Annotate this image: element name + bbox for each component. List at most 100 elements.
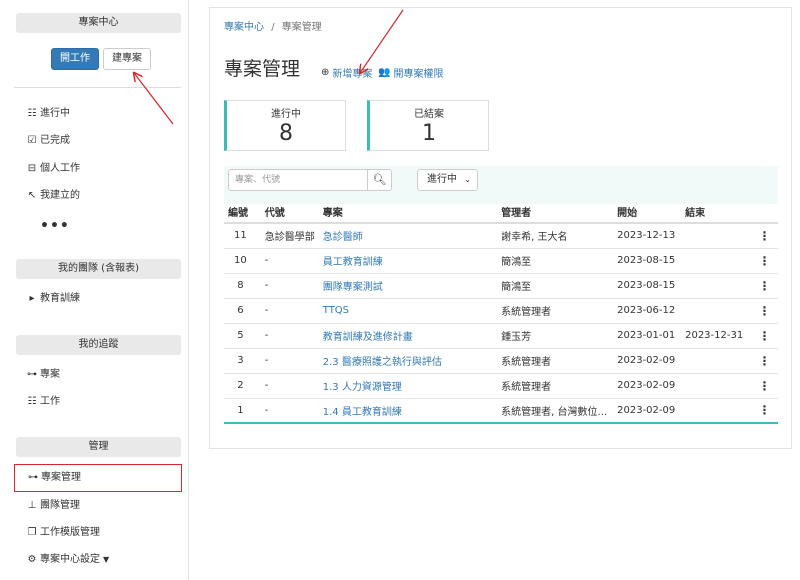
filter-toolbar: 專案、代號 🔍︎ 進行中 ⌄ [224, 166, 778, 204]
table-row[interactable]: 5 - 教育訓練及進修計畫 鍾玉芳 2023-01-01 2023-12-31 ⋮ [224, 323, 778, 349]
search-input[interactable]: 專案、代號 [228, 169, 368, 191]
cell-start: 2023-02-09 [613, 348, 682, 374]
stat-closed[interactable]: 已結案 1 [367, 100, 489, 151]
breadcrumb-root-link[interactable]: 專案中心 [224, 22, 264, 33]
column-header[interactable]: 管理者 [497, 201, 614, 224]
sidebar-item-label: 進行中 [40, 108, 70, 119]
chevron-down-icon: ⌄ [464, 175, 471, 184]
cell-code-text: 急診醫學部 [264, 232, 315, 244]
sidebar-item-label: 個人工作 [40, 163, 80, 174]
cell-project[interactable]: 團隊專案測試 [318, 273, 498, 299]
row-menu-icon[interactable]: ⋮ [751, 398, 778, 424]
project-link[interactable]: 1.3 人力資源管理 [323, 382, 402, 393]
row-menu-icon[interactable]: ⋮ [751, 373, 778, 399]
table-row[interactable]: 3 - 2.3 醫療照護之執行與評估 系統管理者 2023-02-09 ⋮ [224, 348, 778, 374]
sidebar-item-team-management[interactable]: ⊥ 團隊管理 [26, 497, 80, 515]
cell-project[interactable]: 員工教育訓練 [318, 248, 498, 274]
column-header[interactable]: 結束 [681, 201, 752, 224]
stat-in-progress[interactable]: 進行中 8 [224, 100, 346, 151]
my-tracking-heading: 我的追蹤 [16, 335, 181, 355]
more-icon[interactable]: ••• [40, 218, 70, 234]
gear-icon: ⚙ [27, 554, 37, 565]
cell-start: 2023-06-12 [613, 298, 682, 324]
column-header[interactable]: 代號 [260, 201, 319, 224]
sidebar-item-settings[interactable]: ⚙ 專案中心設定 ▼ [26, 551, 110, 569]
table-row[interactable]: 8 - 團隊專案測試 簡鴻至 2023-08-15 ⋮ [224, 273, 778, 299]
cell-start-text: 2023-02-09 [617, 380, 676, 391]
caret-right-icon: ▸ [29, 293, 35, 304]
cell-end [681, 398, 752, 424]
row-menu-icon[interactable]: ⋮ [751, 273, 778, 299]
cell-id-text: 3 [237, 355, 244, 366]
cell-manager: 簡鴻至 [497, 248, 614, 274]
row-menu-icon[interactable]: ⋮ [751, 248, 778, 274]
my-teams-heading: 我的團隊 (含報表) [16, 259, 181, 279]
permissions-label: 開專案權限 [393, 69, 444, 80]
cell-id: 1 [224, 398, 261, 424]
table-row[interactable]: 2 - 1.3 人力資源管理 系統管理者 2023-02-09 ⋮ [224, 373, 778, 399]
cell-id-text: 8 [237, 280, 244, 291]
project-link[interactable]: 急診醫師 [323, 232, 363, 243]
add-project-link[interactable]: ⊕ 新增專案 [321, 65, 372, 80]
sidebar-item-template-management[interactable]: ❐ 工作模版管理 [26, 524, 100, 542]
sidebar-divider [14, 87, 181, 88]
row-menu-icon[interactable]: ⋮ [751, 223, 778, 249]
project-link[interactable]: TTQS [323, 305, 349, 316]
breadcrumb-separator: / [271, 22, 275, 33]
cell-start: 2023-12-13 [613, 223, 682, 249]
cell-project[interactable]: 1.3 人力資源管理 [318, 373, 498, 399]
create-project-button[interactable]: 建專案 [103, 48, 151, 70]
cell-project[interactable]: 1.4 員工教育訓練 [318, 398, 498, 424]
column-header[interactable]: 專案 [318, 201, 498, 224]
cell-project[interactable]: TTQS [318, 298, 498, 324]
cell-code-text: - [264, 404, 269, 416]
cell-code-text: - [264, 355, 269, 366]
cell-manager-text: 系統管理者 [501, 357, 552, 368]
main-panel: 專案中心 / 專案管理 專案管理 ⊕ 新增專案 👥 開專案權限 進行中 8 已結… [209, 7, 792, 449]
project-link[interactable]: 團隊專案測試 [323, 282, 383, 293]
sidebar-item-label: 專案 [40, 369, 60, 380]
cell-start-text: 2023-01-01 [617, 330, 676, 341]
project-link[interactable]: 2.3 醫療照護之執行與評估 [323, 357, 442, 368]
status-filter-value: 進行中 [427, 174, 457, 185]
sidebar-item-completed[interactable]: ☑ 已完成 [26, 132, 70, 150]
permissions-link[interactable]: 👥 開專案權限 [378, 65, 443, 80]
sidebar-item-tracking-work[interactable]: ☷ 工作 [26, 393, 60, 411]
plus-circle-icon: ⊕ [321, 67, 330, 78]
cell-manager: 系統管理者 [497, 298, 614, 324]
cell-project[interactable]: 急診醫師 [318, 223, 498, 249]
cell-project[interactable]: 教育訓練及進修計畫 [318, 323, 498, 349]
sidebar-item-created-by-me[interactable]: ↖ 我建立的 [26, 187, 80, 205]
cell-manager-text: 系統管理者, 台灣數位... [501, 406, 608, 418]
project-link[interactable]: 1.4 員工教育訓練 [323, 407, 402, 418]
sidebar-item-in-progress[interactable]: ☷ 進行中 [26, 105, 70, 123]
table-row[interactable]: 10 - 員工教育訓練 簡鴻至 2023-08-15 ⋮ [224, 248, 778, 274]
cell-manager: 系統管理者 [497, 373, 614, 399]
cell-code: - [260, 298, 319, 324]
sidebar-item-project-management[interactable]: ⊶ 專案管理 [14, 464, 182, 492]
column-header[interactable]: 編號 [224, 201, 261, 224]
column-header[interactable]: 開始 [613, 201, 682, 224]
row-menu-icon[interactable]: ⋮ [751, 298, 778, 324]
row-menu-icon[interactable]: ⋮ [751, 348, 778, 374]
status-filter-select[interactable]: 進行中 ⌄ [417, 169, 478, 191]
cell-manager: 簡鴻至 [497, 273, 614, 299]
project-link[interactable]: 員工教育訓練 [323, 257, 383, 268]
table-row[interactable]: 1 - 1.4 員工教育訓練 系統管理者, 台灣數位... 2023-02-09 ⋮ [224, 398, 778, 424]
sidebar-item-personal-work[interactable]: ⊟ 個人工作 [26, 160, 80, 178]
row-menu-icon[interactable]: ⋮ [751, 323, 778, 349]
stat-value: 8 [279, 121, 293, 146]
search-button[interactable]: 🔍︎ [367, 169, 392, 191]
cell-id-text: 5 [237, 330, 244, 341]
check-square-icon: ☑ [27, 135, 37, 146]
table-row[interactable]: 6 - TTQS 系統管理者 2023-06-12 ⋮ [224, 298, 778, 324]
sidebar-item-tracking-projects[interactable]: ⊶ 專案 [26, 366, 60, 384]
table-row[interactable]: 11 急診醫學部 急診醫師 謝幸希, 王大名 2023-12-13 ⋮ [224, 223, 778, 249]
cell-end [681, 223, 752, 249]
open-work-button[interactable]: 開工作 [51, 48, 99, 70]
cell-project[interactable]: 2.3 醫療照護之執行與評估 [318, 348, 498, 374]
cell-manager-text: 簡鴻至 [501, 257, 532, 268]
sidebar-item-team-training[interactable]: ▸ 教育訓練 [26, 290, 80, 308]
project-link[interactable]: 教育訓練及進修計畫 [323, 332, 413, 343]
cell-code: - [260, 323, 319, 349]
